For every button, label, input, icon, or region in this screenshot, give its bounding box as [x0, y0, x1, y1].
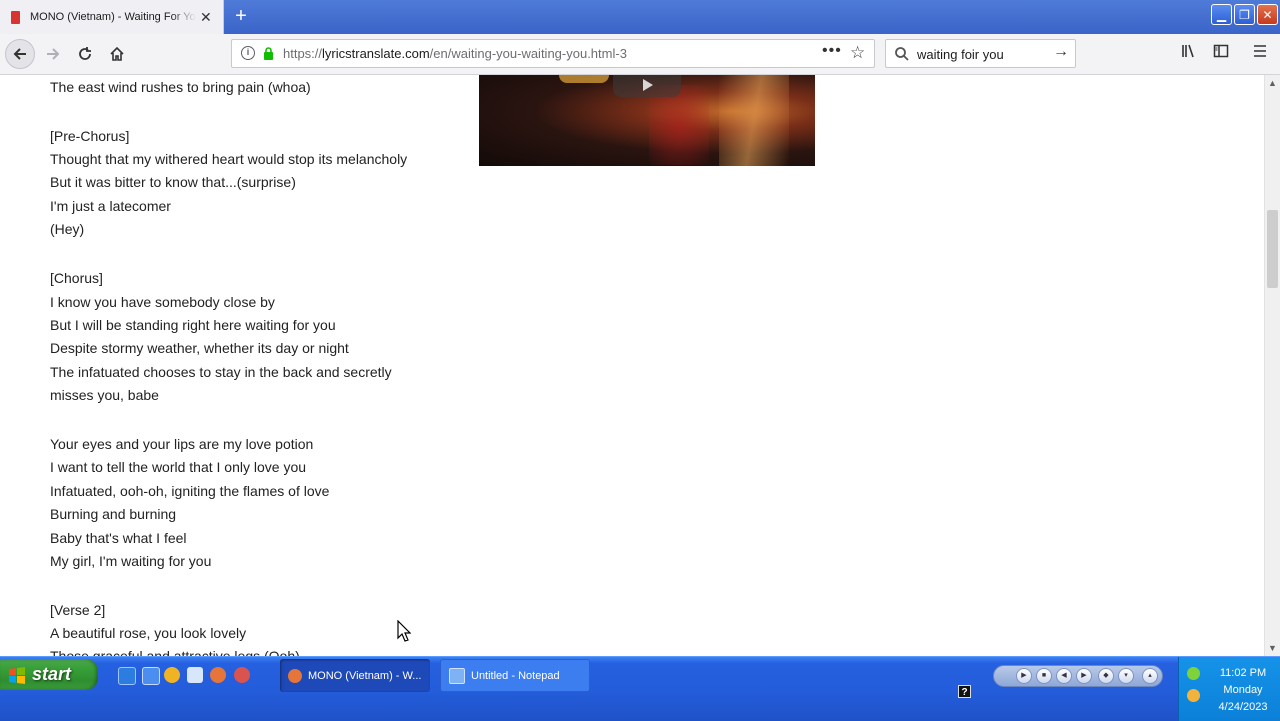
sidebar-toggle-icon[interactable]	[1213, 43, 1229, 64]
scrollbar-thumb[interactable]	[1267, 210, 1278, 288]
url-domain: lyricstranslate.com	[322, 46, 430, 61]
media-player-icon[interactable]	[164, 667, 180, 683]
notepad-icon	[449, 667, 465, 684]
lyric-line: Thought that my withered heart would sto…	[50, 151, 408, 167]
windows-taskbar: start MONO (Vietnam) - W... Untitled - N…	[0, 656, 1280, 721]
lyric-line: But I will be standing right here waitin…	[50, 317, 336, 333]
clock-time: 11:02 PM	[1219, 667, 1267, 679]
show-desktop-icon[interactable]	[187, 667, 203, 683]
media-stop-icon[interactable]: ■	[1036, 668, 1052, 684]
lyric-line: Your eyes and your lips are my love poti…	[50, 436, 314, 452]
browser-titlebar: MONO (Vietnam) - Waiting For You ✕ + ▁ ❐…	[0, 0, 1280, 34]
url-prefix: https://	[283, 46, 323, 61]
search-input[interactable]	[917, 45, 1047, 63]
video-thumbnail-detail	[719, 75, 789, 166]
lyric-line: My girl, I'm waiting for you	[50, 553, 212, 569]
search-go-arrow-icon[interactable]: →	[1053, 43, 1069, 61]
media-restore-icon[interactable]: ▴	[1142, 668, 1158, 684]
url-text[interactable]: https://lyricstranslate.com/en/waiting-y…	[283, 46, 627, 61]
lyric-section-header: [Chorus]	[50, 270, 103, 286]
firefox-task-icon	[288, 668, 302, 683]
lyric-line: But it was bitter to know that...(surpri…	[50, 174, 296, 190]
minimize-button[interactable]: ▁	[1211, 4, 1232, 25]
forward-arrow-icon	[47, 48, 60, 60]
lyric-section-header: [Verse 2]	[50, 602, 106, 618]
video-player[interactable]	[479, 75, 815, 166]
forward-button[interactable]	[40, 41, 66, 67]
info-icon[interactable]: i	[241, 46, 255, 60]
lyric-line: Burning and burning	[50, 506, 177, 522]
library-icon[interactable]	[1181, 43, 1197, 64]
lyric-line: The east wind rushes to bring pain (whoa…	[50, 79, 311, 95]
lyric-line: I'm just a latecomer	[50, 198, 171, 214]
windows-logo-icon	[9, 666, 25, 684]
firefox-alt-icon[interactable]	[234, 667, 250, 683]
lyric-line: Infatuated, ooh-oh, igniting the flames …	[50, 483, 330, 499]
mouse-cursor-icon	[397, 620, 411, 642]
system-tray: 11:02 PM Monday 4/24/2023	[1178, 657, 1280, 721]
lyric-line: I know you have somebody close by	[50, 294, 275, 310]
tab-close-icon[interactable]: ✕	[200, 9, 212, 26]
tab-title: MONO (Vietnam) - Waiting For You	[30, 11, 196, 23]
home-icon	[110, 46, 124, 61]
video-thumbnail-detail	[559, 75, 609, 83]
taskbar-item-label: MONO (Vietnam) - W...	[308, 669, 422, 682]
window-controls: ▁ ❐ ✕	[1211, 4, 1280, 25]
lyricstranslate-favicon-icon	[11, 10, 20, 24]
lyric-line: I want to tell the world that I only lov…	[50, 459, 307, 475]
media-next-icon[interactable]: ▶	[1076, 668, 1092, 684]
lyric-line: (Hey)	[50, 221, 85, 237]
taskbar-item-label: Untitled - Notepad	[471, 669, 560, 682]
media-player-toolbar[interactable]: ▶ ■ ◀ ▶ ◆ ▾ ▴	[993, 665, 1163, 687]
firefox-icon[interactable]	[210, 667, 226, 683]
help-icon[interactable]: ?	[958, 685, 971, 698]
lyric-line: misses you, babe	[50, 387, 159, 403]
page-scrollbar[interactable]: ▲ ▼	[1264, 75, 1280, 656]
url-path: /en/waiting-you-waiting-you.html-3	[429, 46, 627, 61]
taskbar-item-firefox[interactable]: MONO (Vietnam) - W...	[280, 659, 430, 692]
media-menu-icon[interactable]: ▾	[1118, 668, 1134, 684]
lyric-line: Those graceful and attractive legs (Ooh)	[50, 648, 300, 656]
lyric-line: Despite stormy weather, whether its day …	[50, 340, 349, 356]
lyric-line: Baby that's what I feel	[50, 530, 187, 546]
network-icon[interactable]	[1187, 667, 1200, 680]
scroll-down-arrow-icon[interactable]: ▼	[1268, 643, 1277, 653]
back-arrow-icon	[13, 48, 26, 60]
new-tab-button[interactable]: +	[230, 4, 252, 28]
lyric-line: The infatuated chooses to stay in the ba…	[50, 364, 392, 380]
start-button[interactable]: start	[0, 659, 98, 690]
video-play-icon[interactable]	[613, 75, 681, 97]
taskbar-item-notepad[interactable]: Untitled - Notepad	[440, 659, 590, 692]
clock[interactable]: 11:02 PM Monday 4/24/2023	[1205, 665, 1280, 716]
search-bar[interactable]: →	[885, 39, 1076, 68]
internet-explorer-icon[interactable]	[118, 667, 136, 685]
clock-day: Monday	[1223, 684, 1263, 696]
lyric-section-header: [Pre-Chorus]	[50, 128, 130, 144]
reload-button[interactable]	[72, 41, 98, 67]
bookmark-star-icon[interactable]: ☆	[850, 43, 865, 63]
video-thumbnail-detail	[649, 85, 709, 165]
navigation-toolbar: i https://lyricstranslate.com/en/waiting…	[0, 34, 1280, 75]
clock-date: 4/24/2023	[1218, 701, 1268, 713]
address-bar[interactable]: i https://lyricstranslate.com/en/waiting…	[231, 39, 875, 68]
search-tray-icon[interactable]	[1187, 689, 1200, 702]
lock-icon[interactable]	[263, 47, 274, 60]
home-button[interactable]	[104, 41, 130, 67]
scroll-up-arrow-icon[interactable]: ▲	[1268, 78, 1277, 88]
media-previous-icon[interactable]: ◀	[1056, 668, 1072, 684]
search-icon	[895, 47, 909, 61]
browser-tab-active[interactable]: MONO (Vietnam) - Waiting For You ✕	[0, 0, 224, 34]
media-play-icon[interactable]: ▶	[1016, 668, 1032, 684]
page-content: The east wind rushes to bring pain (whoa…	[0, 75, 1264, 656]
back-button[interactable]	[5, 39, 35, 69]
hamburger-menu-icon[interactable]	[1253, 43, 1267, 64]
start-label: start	[32, 664, 72, 684]
page-actions-icon[interactable]: •••	[822, 42, 842, 60]
close-window-button[interactable]: ✕	[1257, 4, 1278, 25]
media-volume-icon[interactable]: ◆	[1098, 668, 1114, 684]
lyric-line: A beautiful rose, you look lovely	[50, 625, 247, 641]
reload-icon	[79, 47, 91, 60]
quick-launch-app-icon[interactable]	[142, 667, 160, 685]
restore-button[interactable]: ❐	[1234, 4, 1255, 25]
